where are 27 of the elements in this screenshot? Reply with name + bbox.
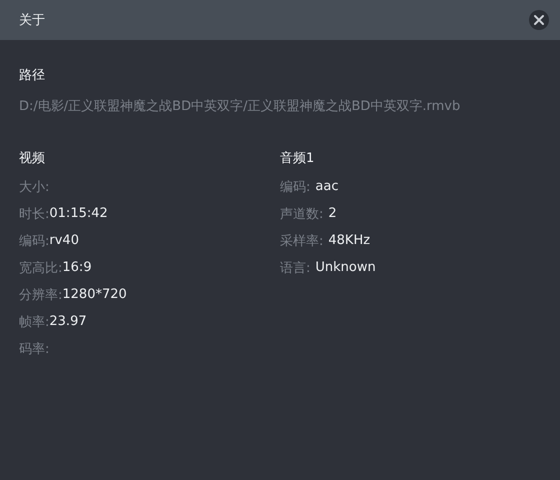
window-title: 关于 <box>19 12 45 29</box>
field-label: 码率: <box>19 340 50 358</box>
field-label: 采样率: <box>280 232 324 250</box>
file-path: D:/电影/正义联盟神魔之战BD中英双字/正义联盟神魔之战BD中英双字.rmvb <box>19 98 462 115</box>
field-value: 48KHz <box>327 233 370 248</box>
field-value: aac <box>314 179 338 194</box>
field-value: 1280*720 <box>62 287 127 302</box>
field-label: 帧率: <box>19 314 50 330</box>
field-value: 23.97 <box>49 314 87 329</box>
section-heading: 路径 <box>19 67 46 85</box>
field-label: 大小: <box>19 178 50 196</box>
field-value: 01:15:42 <box>49 206 108 221</box>
field-value: rv40 <box>49 233 79 248</box>
field-value: 2 <box>327 206 337 221</box>
section-heading: 音频1 <box>280 150 316 168</box>
close-icon <box>533 14 545 26</box>
close-button[interactable] <box>529 10 549 30</box>
field-label: 时长: <box>19 206 50 222</box>
field-label: 声道数: <box>280 206 324 222</box>
section-heading: 视频 <box>19 150 46 168</box>
field-label: 编码: <box>280 178 310 196</box>
field-value: 16:9 <box>62 260 92 275</box>
field-label: 编码: <box>19 232 50 250</box>
field-value: Unknown <box>314 260 376 275</box>
field-label: 语言: <box>280 260 310 276</box>
field-label: 宽高比: <box>19 260 62 276</box>
field-label: 分辨率: <box>19 286 62 304</box>
